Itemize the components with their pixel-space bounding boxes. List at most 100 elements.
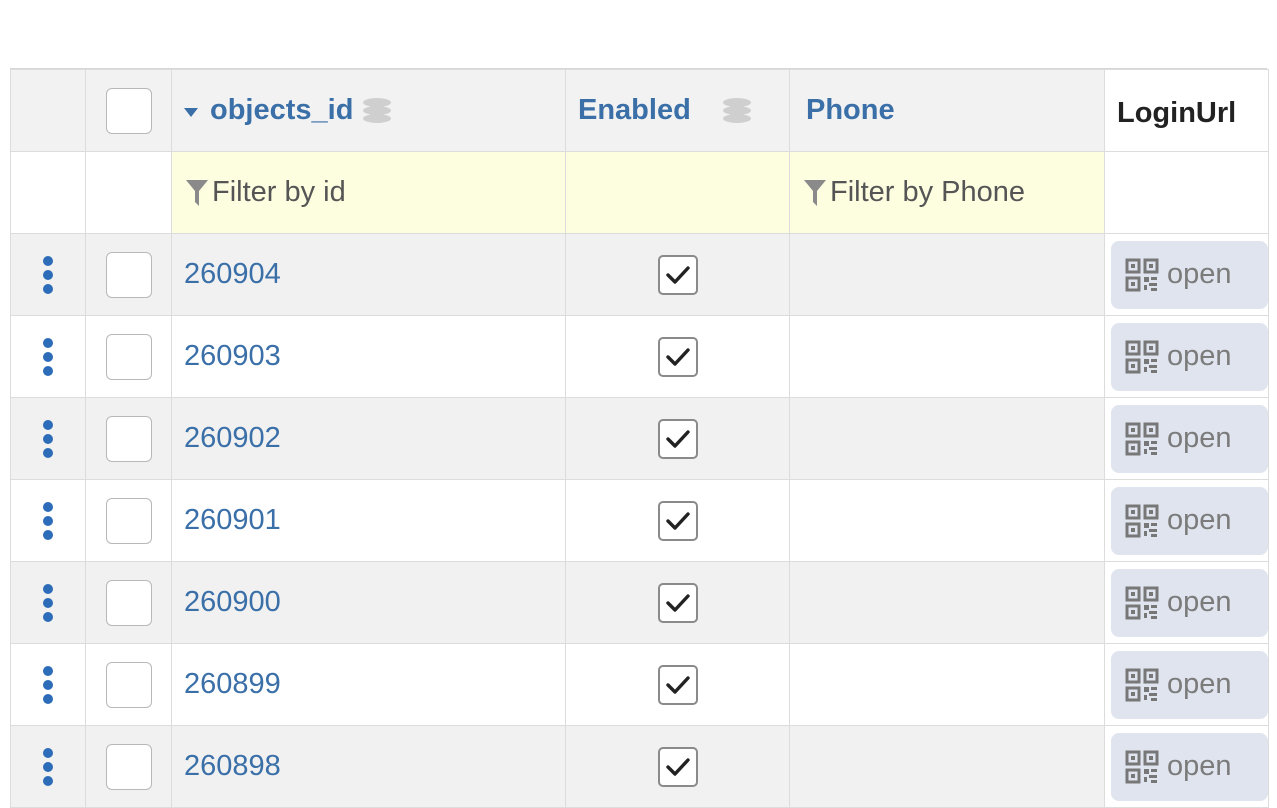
header-enabled-label: Enabled [578, 94, 691, 126]
open-login-label: open [1167, 504, 1232, 536]
vertical-dots-icon[interactable] [43, 337, 53, 376]
open-login-button[interactable]: open [1111, 650, 1268, 719]
vertical-dots-icon[interactable] [43, 255, 53, 294]
row-select-cell [85, 397, 172, 480]
phone-filter[interactable]: Filter by Phone [789, 151, 1105, 234]
database-icon [722, 97, 751, 124]
row-select-cell [85, 479, 172, 562]
row-id-link[interactable]: 260899 [172, 668, 281, 700]
enabled-filter[interactable] [565, 151, 790, 234]
row-id-cell: 260903 [171, 315, 566, 398]
open-login-label: open [1167, 258, 1232, 290]
open-login-label: open [1167, 340, 1232, 372]
row-select-checkbox[interactable] [105, 579, 152, 626]
row-login-cell: open [1104, 643, 1269, 726]
open-login-button[interactable]: open [1111, 732, 1268, 801]
checkmark-icon [665, 757, 690, 776]
enabled-checkbox[interactable] [657, 664, 698, 705]
header-enabled[interactable]: Enabled [565, 69, 790, 152]
vertical-dots-icon[interactable] [43, 501, 53, 540]
enabled-checkbox[interactable] [657, 336, 698, 377]
qr-code-icon [1125, 504, 1159, 537]
row-id-cell: 260901 [171, 479, 566, 562]
top-bar [0, 0, 1277, 70]
phone-filter-placeholder: Filter by Phone [830, 176, 1026, 208]
data-grid: objects_id Enabled Phone LoginUrl Filter… [10, 69, 1269, 808]
row-phone-cell [789, 643, 1105, 726]
row-id-cell: 260899 [171, 643, 566, 726]
open-login-button[interactable]: open [1111, 568, 1268, 637]
row-menu-cell[interactable] [10, 315, 86, 398]
qr-code-icon [1125, 586, 1159, 619]
row-enabled-cell [565, 233, 790, 316]
row-menu-cell[interactable] [10, 479, 86, 562]
row-id-cell: 260900 [171, 561, 566, 644]
row-id-link[interactable]: 260904 [172, 258, 281, 290]
enabled-checkbox[interactable] [657, 500, 698, 541]
row-select-checkbox[interactable] [105, 497, 152, 544]
row-enabled-cell [565, 315, 790, 398]
header-objects-id[interactable]: objects_id [171, 69, 566, 152]
open-login-button[interactable]: open [1111, 322, 1268, 391]
header-row: objects_id Enabled Phone LoginUrl [10, 69, 1269, 152]
enabled-checkbox[interactable] [657, 254, 698, 295]
qr-code-icon [1125, 668, 1159, 701]
row-id-cell: 260904 [171, 233, 566, 316]
sort-desc-icon[interactable] [184, 107, 198, 117]
table-row: 260902 open [10, 397, 1269, 480]
row-menu-cell[interactable] [10, 725, 86, 808]
header-phone[interactable]: Phone [789, 69, 1105, 152]
header-login-url-label: LoginUrl [1117, 97, 1237, 129]
open-login-button[interactable]: open [1111, 486, 1268, 555]
row-select-cell [85, 725, 172, 808]
checkmark-icon [665, 429, 690, 448]
select-all-checkbox[interactable] [105, 87, 152, 134]
row-select-cell [85, 315, 172, 398]
enabled-checkbox[interactable] [657, 746, 698, 787]
header-objects-id-label: objects_id [210, 94, 354, 126]
checkmark-icon [665, 593, 690, 612]
open-login-button[interactable]: open [1111, 404, 1268, 473]
row-select-checkbox[interactable] [105, 251, 152, 298]
row-select-checkbox[interactable] [105, 743, 152, 790]
row-id-link[interactable]: 260898 [172, 750, 281, 782]
row-select-checkbox[interactable] [105, 661, 152, 708]
row-menu-cell[interactable] [10, 233, 86, 316]
row-menu-cell[interactable] [10, 397, 86, 480]
qr-code-icon [1125, 422, 1159, 455]
filter-row: Filter by id Filter by Phone [10, 151, 1269, 234]
row-id-link[interactable]: 260901 [172, 504, 281, 536]
open-login-label: open [1167, 586, 1232, 618]
checkmark-icon [665, 675, 690, 694]
row-select-checkbox[interactable] [105, 415, 152, 462]
row-id-link[interactable]: 260903 [172, 340, 281, 372]
row-id-cell: 260898 [171, 725, 566, 808]
checkmark-icon [665, 265, 690, 284]
row-id-link[interactable]: 260900 [172, 586, 281, 618]
table-row: 260901 open [10, 479, 1269, 562]
open-login-button[interactable]: open [1111, 240, 1268, 309]
row-select-cell [85, 643, 172, 726]
header-menu-cell [10, 69, 86, 152]
row-login-cell: open [1104, 725, 1269, 808]
vertical-dots-icon[interactable] [43, 583, 53, 622]
row-enabled-cell [565, 479, 790, 562]
row-id-link[interactable]: 260902 [172, 422, 281, 454]
enabled-checkbox[interactable] [657, 418, 698, 459]
table-row: 260903 open [10, 315, 1269, 398]
row-select-checkbox[interactable] [105, 333, 152, 380]
funnel-icon [804, 179, 826, 206]
row-phone-cell [789, 315, 1105, 398]
vertical-dots-icon[interactable] [43, 665, 53, 704]
row-enabled-cell [565, 643, 790, 726]
id-filter[interactable]: Filter by id [171, 151, 566, 234]
vertical-dots-icon[interactable] [43, 419, 53, 458]
row-menu-cell[interactable] [10, 561, 86, 644]
row-id-cell: 260902 [171, 397, 566, 480]
header-login-url[interactable]: LoginUrl [1104, 69, 1269, 152]
row-enabled-cell [565, 397, 790, 480]
id-filter-placeholder: Filter by id [212, 176, 346, 208]
vertical-dots-icon[interactable] [43, 747, 53, 786]
row-menu-cell[interactable] [10, 643, 86, 726]
enabled-checkbox[interactable] [657, 582, 698, 623]
